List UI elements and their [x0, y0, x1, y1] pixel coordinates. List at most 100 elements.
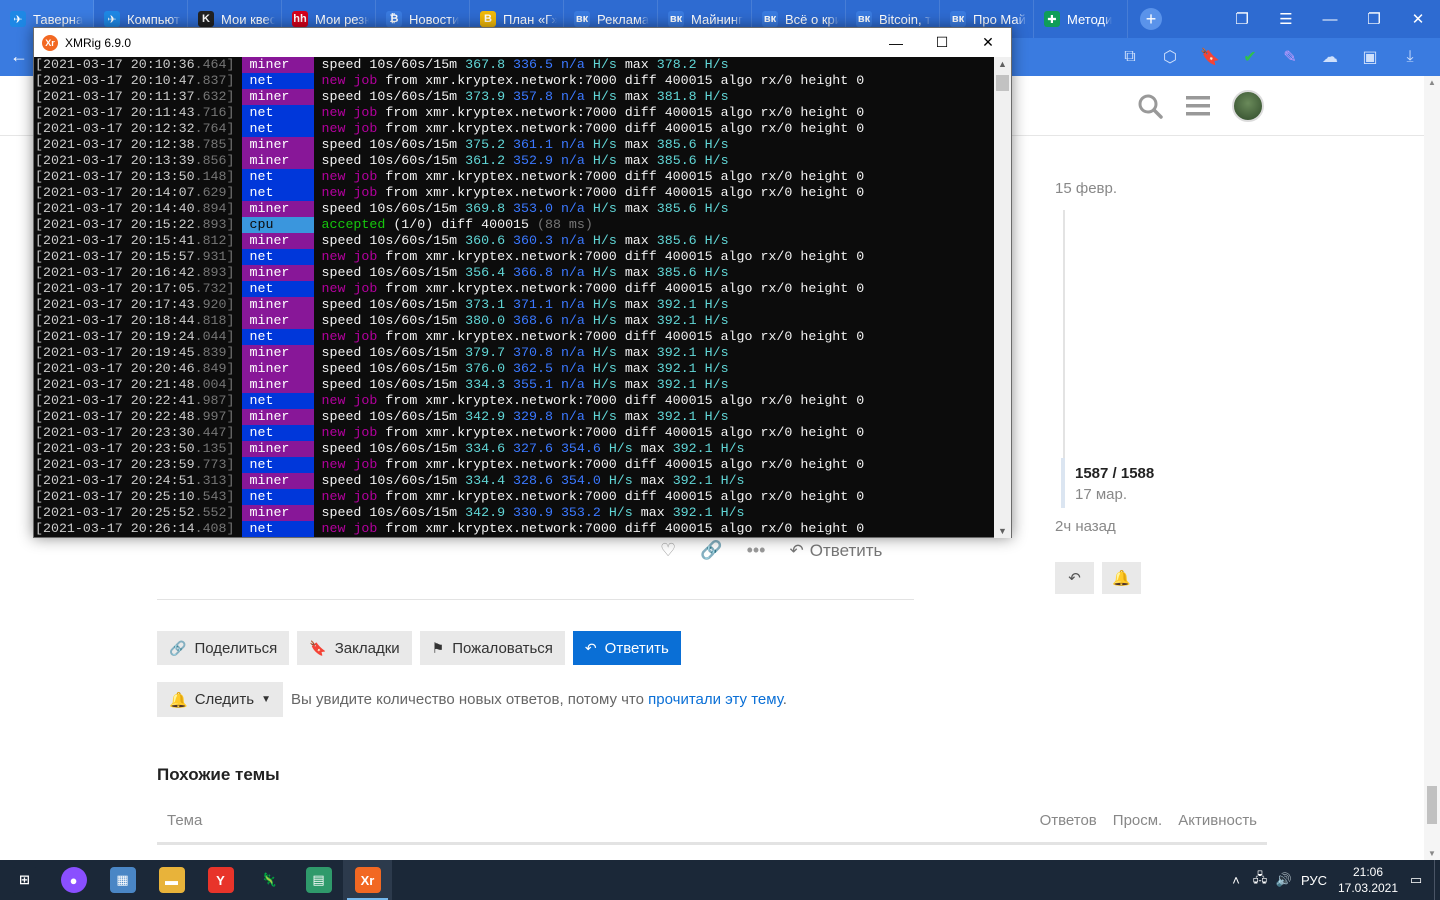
speed-max: 385.6 [656, 153, 697, 168]
job-new: new [321, 489, 346, 504]
post-reply-button[interactable]: ↶ Ответить [789, 541, 882, 561]
console-scroll-down-icon[interactable]: ▼ [998, 526, 1007, 536]
timestamp-main: [2021-03-17 20:14:07 [35, 185, 195, 200]
log-tag: miner [241, 265, 314, 281]
console-scrollbar[interactable]: ▲ ▼ [994, 57, 1011, 538]
speed-10s: 373.1 [465, 297, 506, 312]
col-views[interactable]: Просм. [1113, 812, 1162, 829]
speed-label: speed [321, 377, 362, 392]
language-indicator[interactable]: РУС [1296, 873, 1332, 888]
log-message: new job from xmr.kryptex.network:7000 di… [322, 73, 865, 89]
taskbar-xmrig[interactable]: Xr [343, 860, 392, 900]
reply-arrow-button[interactable]: ↶ [1055, 562, 1094, 594]
job-diff-label: diff [624, 425, 657, 440]
tab-title: Компьютеры [127, 11, 181, 27]
log-timestamp: [2021-03-17 20:25:10.543] [35, 489, 235, 505]
new-tab-button[interactable]: + [1140, 8, 1162, 30]
copy-link-icon[interactable]: 🔗 [700, 540, 722, 561]
job-height-label: height [800, 185, 849, 200]
job-algo-label: algo [720, 521, 753, 536]
timestamp-ms: .920] [194, 297, 235, 312]
log-timestamp: [2021-03-17 20:15:41.812] [35, 233, 235, 249]
show-desktop-button[interactable] [1434, 860, 1440, 900]
console-close-icon[interactable]: ✕ [965, 28, 1011, 57]
search-icon[interactable] [1136, 91, 1164, 121]
report-button[interactable]: ⚑ Пожаловаться [419, 631, 565, 665]
speed-10s: 342.9 [465, 505, 506, 520]
system-tray: ˄ 🖧 🔊 РУС 21:06 17.03.2021 ▭ [1224, 860, 1440, 900]
user-avatar[interactable] [1232, 90, 1264, 122]
timeline-start-date[interactable]: 15 февр. [1055, 180, 1255, 197]
extension-icon[interactable]: ▣ [1350, 38, 1390, 76]
network-icon[interactable]: 🖧 [1248, 869, 1272, 891]
console-scroll-up-icon[interactable]: ▲ [998, 59, 1007, 69]
volume-icon[interactable]: 🔊 [1272, 872, 1296, 888]
download-icon[interactable]: ⤓ [1390, 38, 1430, 76]
timeline-end-label[interactable]: 2ч назад [1055, 518, 1116, 535]
job-algo: rx/0 [760, 489, 793, 504]
speed-10s: 360.6 [465, 233, 506, 248]
log-message: new job from xmr.kryptex.network:7000 di… [322, 457, 865, 473]
job-new: new [321, 105, 346, 120]
back-arrow-icon[interactable]: ← [10, 46, 28, 67]
taskbar-start[interactable]: ⊞ [0, 860, 49, 900]
taskbar-explorer[interactable]: ▬ [147, 860, 196, 900]
timestamp-main: [2021-03-17 20:15:22 [35, 217, 195, 232]
speed-max: 392.1 [672, 505, 713, 520]
console-title-bar[interactable]: Xr XMRig 6.9.0 — ☐ ✕ [34, 28, 1011, 57]
like-heart-icon[interactable]: ♡ [660, 540, 676, 561]
watch-dropdown-button[interactable]: 🔔 Следить ▼ [157, 682, 284, 717]
job-algo: rx/0 [760, 249, 793, 264]
bookmarks-button[interactable]: 🔖 Закладки [297, 631, 412, 665]
taskbar-dino-app[interactable]: 🦎 [245, 860, 294, 900]
job-algo: rx/0 [760, 73, 793, 88]
page-scrollbar[interactable]: ▲ ▼ [1424, 76, 1440, 860]
browser-tab[interactable]: ✚ Методи [1034, 0, 1128, 38]
notification-bell-button[interactable]: 🔔 [1102, 562, 1141, 594]
log-message: new job from xmr.kryptex.network:7000 di… [322, 281, 865, 297]
scroll-up-arrow-icon[interactable]: ▲ [1428, 78, 1436, 87]
reply-button[interactable]: ↶ Ответить [572, 631, 681, 665]
taskbar-alice[interactable]: ● [49, 860, 98, 900]
timeline-scroll-handle[interactable] [1061, 458, 1065, 508]
col-activity[interactable]: Активность [1178, 812, 1257, 829]
console-minimize-icon[interactable]: — [873, 28, 919, 57]
copy-icon[interactable]: ⧉ [1110, 38, 1150, 76]
read-topic-link[interactable]: прочитали эту тему [648, 691, 783, 708]
taskbar-yandex-browser[interactable]: Y [196, 860, 245, 900]
notifications-icon[interactable]: ▭ [1404, 872, 1428, 888]
clock[interactable]: 21:06 17.03.2021 [1332, 864, 1404, 896]
more-options-icon[interactable]: ••• [747, 540, 766, 561]
col-replies[interactable]: Ответов [1040, 812, 1097, 829]
taskbar-calculator[interactable]: ▦ [98, 860, 147, 900]
cloud-download-icon[interactable]: ☁ [1310, 38, 1350, 76]
taskbar-notepad-app[interactable]: ▤ [294, 860, 343, 900]
share-button[interactable]: 🔗 Поделиться [157, 631, 290, 665]
tray-chevron-up-icon[interactable]: ˄ [1224, 873, 1248, 888]
speed-15m: 353.2 [560, 505, 601, 520]
bookmark-icon[interactable]: 🔖 [1190, 38, 1230, 76]
scroll-down-arrow-icon[interactable]: ▼ [1428, 849, 1436, 858]
hamburger-menu-icon[interactable] [1184, 91, 1212, 121]
speed-max: 381.8 [656, 89, 697, 104]
pen-icon[interactable]: ✎ [1270, 38, 1310, 76]
protect-icon[interactable]: ⬡ [1150, 38, 1190, 76]
log-tag: net [241, 521, 314, 537]
shield-check-icon[interactable]: ✔ [1230, 38, 1270, 76]
max-label: max [624, 233, 649, 248]
close-icon[interactable]: ✕ [1396, 0, 1440, 38]
page-scroll-thumb[interactable] [1427, 786, 1437, 824]
speed-unit: H/s [704, 201, 729, 216]
menu-icon[interactable]: ☰ [1264, 0, 1308, 38]
speed-10s: 334.3 [465, 377, 506, 392]
restore-icon[interactable]: ❐ [1352, 0, 1396, 38]
speed-unit: H/s [720, 505, 745, 520]
timestamp-ms: .464] [194, 57, 235, 72]
tabs-overview-icon[interactable]: ❐ [1220, 0, 1264, 38]
speed-label: speed [321, 409, 362, 424]
console-maximize-icon[interactable]: ☐ [919, 28, 965, 57]
timeline-track[interactable] [1063, 210, 1065, 460]
speed-unit: H/s [704, 313, 729, 328]
console-scroll-thumb[interactable] [996, 75, 1009, 91]
minimize-icon[interactable]: — [1308, 0, 1352, 38]
